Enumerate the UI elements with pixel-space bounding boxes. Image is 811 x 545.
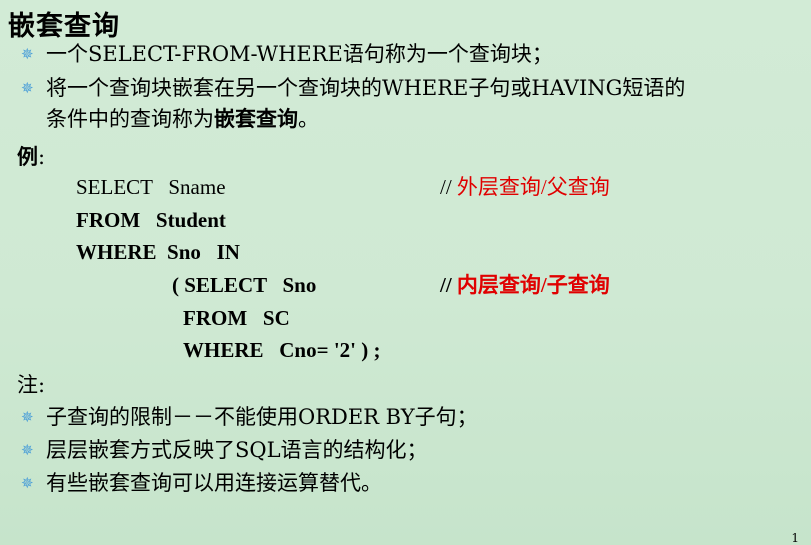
bullet-text-1: 一个SELECT-FROM-WHERE语句称为一个查询块；	[46, 42, 553, 66]
example-label: 例:	[17, 144, 46, 169]
code-comment-1: // 外层查询/父查询	[440, 175, 610, 199]
page-number: 1	[791, 531, 799, 545]
code-line-3: WHERE Sno IN	[76, 240, 240, 264]
bullet-text-2: 将一个查询块嵌套在另一个查询块的WHERE子句或HAVING短语的	[46, 76, 686, 100]
snowflake-bullet-icon: ✵	[21, 474, 34, 492]
code-line-2: FROM Student	[76, 208, 226, 232]
note-bullet-3: 有些嵌套查询可以用连接运算替代。	[46, 471, 382, 495]
code-line-4: ( SELECT Sno	[172, 273, 317, 297]
code-line-6: WHERE Cno= '2' ) ;	[183, 338, 381, 362]
snowflake-bullet-icon: ✵	[21, 408, 34, 426]
snowflake-bullet-icon: ✵	[21, 441, 34, 459]
note-label: 注:	[17, 373, 46, 397]
code-line-5: FROM SC	[183, 306, 290, 330]
code-line-1: SELECT Sname	[76, 175, 226, 199]
note-bullet-2: 层层嵌套方式反映了SQL语言的结构化；	[46, 438, 428, 462]
snowflake-bullet-icon: ✵	[21, 79, 34, 97]
code-comment-2: // 内层查询/子查询	[440, 273, 610, 297]
highlight-term: 嵌套查询	[214, 106, 298, 131]
note-bullet-1: 子查询的限制－－不能使用ORDER BY子句；	[46, 405, 478, 429]
snowflake-bullet-icon: ✵	[21, 45, 34, 63]
bullet-text-2-cont: 条件中的查询称为嵌套查询。	[46, 106, 319, 131]
slide: 嵌套查询 ✵ 一个SELECT-FROM-WHERE语句称为一个查询块； ✵ 将…	[0, 0, 811, 545]
